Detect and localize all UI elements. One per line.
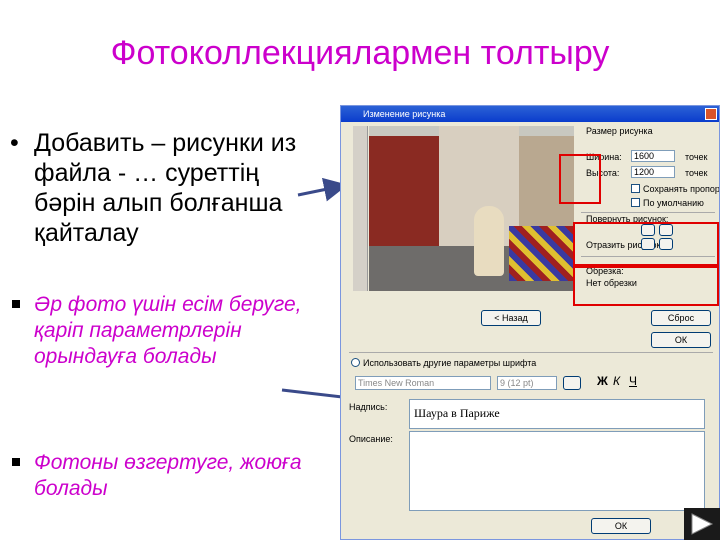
- bullet-1: • Добавить – рисунки из файла - … суретт…: [10, 128, 310, 248]
- bullet-2: Әр фото үшін есім беруге, қаріп параметр…: [12, 292, 312, 370]
- bullet-square-icon: [12, 458, 20, 466]
- bullet-square-icon: [12, 300, 20, 308]
- italic-button[interactable]: К: [613, 374, 620, 388]
- reset-button[interactable]: Сброс: [651, 310, 711, 326]
- close-icon[interactable]: [705, 108, 717, 120]
- dialog-ok-button[interactable]: ОК: [591, 518, 651, 534]
- thumbnail-scrollbar[interactable]: [353, 126, 368, 291]
- bold-button[interactable]: Ж: [597, 374, 608, 388]
- width-unit: точек: [685, 152, 708, 162]
- font-name-select[interactable]: Times New Roman: [355, 376, 491, 390]
- font-size-select[interactable]: 9 (12 pt): [497, 376, 557, 390]
- default-label: По умолчанию: [643, 198, 704, 208]
- size-group-label: Размер рисунка: [586, 126, 653, 136]
- play-triangle-icon: [691, 513, 714, 535]
- caption-input[interactable]: Шаура в Париже: [409, 399, 705, 429]
- description-input[interactable]: [409, 431, 705, 511]
- slide-title: Фотоколлекциялармен толтыру: [110, 34, 610, 72]
- description-label: Описание:: [349, 434, 393, 444]
- edit-picture-dialog: Изменение рисунка Размер рисунка Ширина:…: [340, 105, 720, 540]
- back-button[interactable]: < Назад: [481, 310, 541, 326]
- width-input[interactable]: 1600: [631, 150, 675, 162]
- underline-button[interactable]: Ч: [629, 374, 637, 388]
- height-input[interactable]: 1200: [631, 166, 675, 178]
- highlight-size-fields: [559, 154, 601, 204]
- photo-preview: [369, 126, 574, 291]
- font-color-icon[interactable]: [563, 376, 581, 390]
- bullet-3-text: Фотоны өзгертуге, жоюға болады: [34, 451, 302, 500]
- bullet-1-text: Добавить – рисунки из файла - … суреттің…: [34, 129, 297, 247]
- keep-ratio-checkbox[interactable]: [631, 184, 640, 193]
- bullet-dot: •: [10, 129, 19, 157]
- caption-label: Надпись:: [349, 402, 388, 412]
- use-other-params-radio[interactable]: [351, 358, 360, 367]
- next-slide-button[interactable]: [684, 508, 720, 540]
- bullet-2-text: Әр фото үшін есім беруге, қаріп параметр…: [34, 293, 302, 368]
- height-unit: точек: [685, 168, 708, 178]
- highlight-crop-fields: [573, 264, 719, 306]
- keep-ratio-label: Сохранять пропорции: [643, 184, 720, 194]
- default-checkbox[interactable]: [631, 198, 640, 207]
- dialog-titlebar: Изменение рисунка: [341, 106, 719, 122]
- highlight-rotate-fields: [573, 222, 719, 268]
- use-other-params-label: Использовать другие параметры шрифта: [363, 358, 537, 368]
- bullet-3: Фотоны өзгертуге, жоюға болады: [12, 450, 312, 502]
- ok-button[interactable]: ОК: [651, 332, 711, 348]
